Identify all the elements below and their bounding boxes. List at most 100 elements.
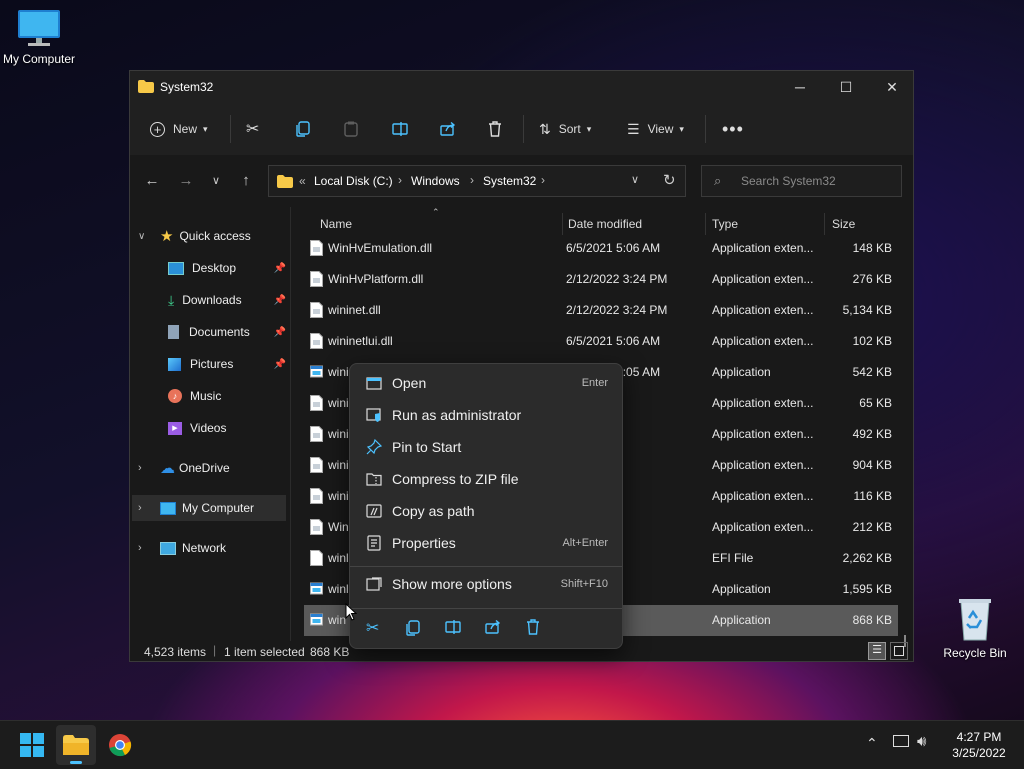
sidebar-item-music[interactable]: ♪ Music [168,383,221,409]
file-type: Application [712,582,771,596]
sidebar-item-pictures[interactable]: Pictures 📌 [168,351,286,377]
view-button[interactable]: ☰ View ▾ [627,117,684,141]
sidebar-quick-access[interactable]: ∨ ★ Quick access [138,223,251,249]
quick-action-share[interactable] [485,619,501,637]
video-icon: ▶ [168,421,182,435]
paste-button[interactable] [344,117,358,141]
menu-item-compress-zip[interactable]: Compress to ZIP file [354,465,618,495]
table-row[interactable]: WinHvPlatform.dll 2/12/2022 3:24 PM Applic… [304,264,898,295]
search-icon: ⌕ [714,173,722,188]
sidebar-network[interactable]: › Network [138,535,226,561]
quick-action-cut[interactable]: ✂ [366,618,379,638]
menu-item-open[interactable]: Open Enter [354,369,618,399]
exe-file-icon [310,365,323,378]
maximize-button[interactable]: ☐ [823,71,869,103]
menu-item-show-more-options[interactable]: Show more options Shift+F10 [354,570,618,600]
back-button[interactable]: ← [142,173,162,189]
copy-button[interactable] [296,117,310,141]
breadcrumb-local-disk[interactable]: Local Disk (C:) [314,174,393,188]
scissors-icon: ✂ [366,620,380,637]
title-bar[interactable]: System32 ─ ☐ ✕ [130,71,913,103]
view-list-icon: ☰ [627,120,640,137]
pin-icon: 📌 [273,262,286,274]
selected-size: 868 KB [310,645,350,659]
address-overflow[interactable]: « [299,174,306,188]
sort-button[interactable]: ⇅ Sort ▾ [539,117,591,141]
up-button[interactable]: ↑ [236,173,256,189]
menu-item-run-as-admin[interactable]: Run as administrator [354,401,618,431]
chevron-right-icon: › [138,502,142,514]
minimize-button[interactable]: ─ [777,71,823,103]
new-label: New [173,122,198,136]
breadcrumb-system32[interactable]: System32 [483,174,536,188]
desktop-icon-recycle-bin[interactable]: Recycle Bin [940,596,1010,660]
table-row[interactable]: wininetlui.dll 6/5/2021 5:06 AM Applicatio… [304,326,898,357]
column-header-name[interactable]: Name [320,217,352,231]
sidebar-label: Documents [189,325,250,339]
monitor-icon [18,10,60,46]
column-divider[interactable] [562,213,563,235]
sidebar-item-documents[interactable]: Documents 📌 [168,319,286,345]
refresh-icon[interactable]: ↻ [663,171,676,189]
sidebar-item-videos[interactable]: ▶ Videos [168,415,226,441]
start-button[interactable] [20,733,44,757]
quick-action-rename[interactable] [445,620,461,637]
rename-button[interactable] [392,117,408,141]
quick-action-copy[interactable] [406,620,420,639]
search-box[interactable]: ⌕ Search System32 [701,165,902,197]
cut-button[interactable]: ✂ [246,117,259,141]
dll-file-icon [310,519,323,535]
column-header-type[interactable]: Type [712,217,738,231]
chevron-down-icon: ▾ [679,123,684,134]
table-row[interactable]: wininet.dll 2/12/2022 3:24 PM Application … [304,295,898,326]
clock[interactable]: 4:27 PM 3/25/2022 [944,729,1014,761]
table-row[interactable]: WinHvEmulation.dll 6/5/2021 5:06 AM Applic… [304,233,898,264]
search-placeholder: Search System32 [741,174,836,188]
share-button[interactable] [440,117,456,141]
menu-item-shortcut: Enter [581,377,608,389]
close-button[interactable]: ✕ [869,71,915,103]
windows-logo-icon [20,733,44,757]
file-size: 5,134 KB [842,303,892,317]
item-count: 4,523 items [144,645,207,659]
menu-item-copy-as-path[interactable]: Copy as path [354,497,618,527]
tiles-view-button[interactable] [890,642,908,660]
address-bar[interactable]: « Local Disk (C:) › Windows › System32 ›… [268,165,686,197]
new-button[interactable]: + New ▾ [150,117,208,141]
show-hidden-icons-button[interactable]: ⌃ [866,735,878,752]
forward-button[interactable]: → [176,173,196,189]
details-view-button[interactable]: ☰ [868,642,886,660]
more-options-button[interactable]: ••• [722,117,744,141]
column-header-size[interactable]: Size [832,217,855,231]
pane-divider[interactable] [290,207,291,641]
file-name: WinHvEmulation.dll [328,241,433,255]
desktop-icon-my-computer[interactable]: My Computer [0,8,78,66]
quick-action-delete[interactable] [526,619,540,638]
file-type: Application exten... [712,241,814,255]
file-type: Application exten... [712,458,814,472]
menu-item-pin-to-start[interactable]: Pin to Start [354,433,618,463]
taskbar-chrome[interactable] [108,733,132,757]
volume-icon[interactable]: 🔊︎ [917,733,926,750]
column-header-date[interactable]: Date modified [568,217,642,231]
taskbar-file-explorer[interactable] [56,725,96,765]
recycle-bin-icon [959,599,991,641]
column-divider[interactable] [824,213,825,235]
zip-folder-icon [366,473,382,486]
file-size: 116 KB [853,489,892,503]
sidebar-item-desktop[interactable]: Desktop 📌 [168,255,286,281]
column-divider[interactable] [705,213,706,235]
breadcrumb-windows[interactable]: Windows [411,174,460,188]
menu-item-properties[interactable]: Properties Alt+Enter [354,529,618,559]
toolbar-separator [705,115,706,143]
menu-item-label: Open [392,375,427,391]
sidebar-my-computer[interactable]: › My Computer [132,495,286,521]
dll-file-icon [310,395,323,411]
network-icon[interactable] [893,735,909,747]
sidebar-item-downloads[interactable]: ⤓ Downloads 📌 [168,287,286,313]
mouse-cursor [345,603,357,621]
delete-button[interactable] [488,117,502,141]
sidebar-onedrive[interactable]: › ☁ OneDrive [138,455,230,481]
recent-locations-button[interactable]: ∨ [206,173,226,189]
address-dropdown-icon[interactable]: ∨ [631,173,639,186]
